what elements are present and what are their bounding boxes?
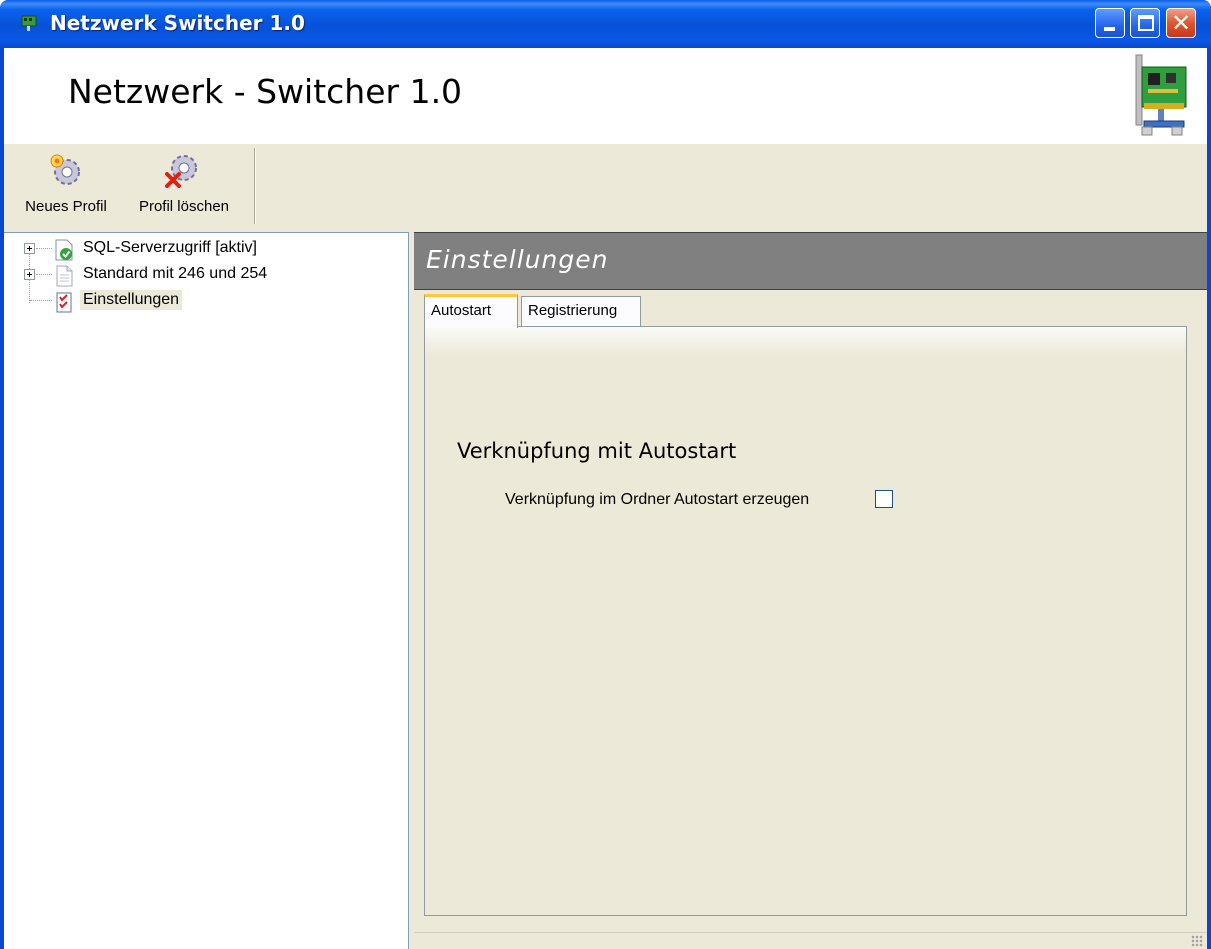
tab-registrierung[interactable]: Registrierung: [521, 296, 641, 326]
tree-connector: [36, 274, 52, 275]
title-bar[interactable]: Netzwerk Switcher 1.0 ✕: [0, 0, 1211, 48]
toolbar-separator: [254, 148, 256, 224]
tab-page-autostart: Verknüpfung mit Autostart Verknüpfung im…: [424, 326, 1187, 916]
group-title: Verknüpfung mit Autostart: [457, 439, 737, 463]
close-button[interactable]: ✕: [1166, 8, 1196, 38]
section-title: Einstellungen: [426, 245, 609, 274]
resize-grip-icon[interactable]: [1191, 935, 1203, 947]
maximize-button[interactable]: [1130, 8, 1160, 38]
new-profile-label: Neues Profil: [25, 198, 107, 215]
close-icon: ✕: [1170, 9, 1192, 37]
toolbar: Neues Profil Profil löschen: [4, 144, 1207, 232]
app-header: Netzwerk - Switcher 1.0: [4, 48, 1207, 144]
delete-profile-label: Profil löschen: [138, 198, 230, 215]
minimize-icon: [1104, 27, 1115, 31]
tree-item-label: Standard mit 246 und 254: [83, 265, 268, 282]
new-profile-button[interactable]: Neues Profil: [14, 152, 118, 222]
settings-checklist-icon: [56, 292, 72, 313]
delete-profile-button[interactable]: Profil löschen: [122, 152, 246, 222]
window-frame-right: [1207, 48, 1211, 949]
section-header: Einstellungen: [414, 232, 1207, 290]
client-area: Netzwerk - Switcher 1.0 Neues Profil Pro…: [4, 48, 1207, 949]
gear-delete-icon: [165, 155, 197, 188]
tree-item-sql-serverzugriff[interactable]: SQL-Serverzugriff [aktiv]: [4, 237, 404, 263]
tree-item-label: Einstellungen: [80, 290, 183, 310]
network-card-icon: [1135, 54, 1187, 136]
app-title-icon: [21, 15, 37, 31]
window-title: Netzwerk Switcher 1.0: [50, 11, 305, 35]
expand-toggle[interactable]: [24, 269, 35, 280]
autostart-option-label: Verknüpfung im Ordner Autostart erzeugen: [505, 491, 810, 508]
minimize-button[interactable]: [1095, 8, 1125, 38]
tree-item-einstellungen[interactable]: Einstellungen: [4, 289, 404, 315]
settings-panel: Einstellungen Autostart Registrierung Ve…: [414, 232, 1207, 949]
app-window: Netzwerk Switcher 1.0 ✕ Netzwerk - Switc…: [0, 0, 1211, 949]
app-title: Netzwerk - Switcher 1.0: [68, 72, 463, 111]
profile-document-icon: [56, 265, 73, 287]
tab-autostart[interactable]: Autostart: [424, 294, 518, 328]
profile-tree[interactable]: SQL-Serverzugriff [aktiv] Standard mit 2…: [4, 232, 409, 949]
expand-toggle[interactable]: [24, 243, 35, 254]
maximize-icon: [1138, 15, 1154, 31]
autostart-checkbox[interactable]: [875, 490, 893, 508]
tree-item-label: SQL-Serverzugriff [aktiv]: [83, 239, 257, 256]
tree-item-standard[interactable]: Standard mit 246 und 254: [4, 263, 404, 289]
status-bar: [414, 932, 1207, 949]
gear-new-icon: [50, 154, 80, 185]
profile-active-icon: [55, 239, 73, 261]
tree-connector: [30, 300, 52, 301]
tree-connector: [36, 248, 52, 249]
